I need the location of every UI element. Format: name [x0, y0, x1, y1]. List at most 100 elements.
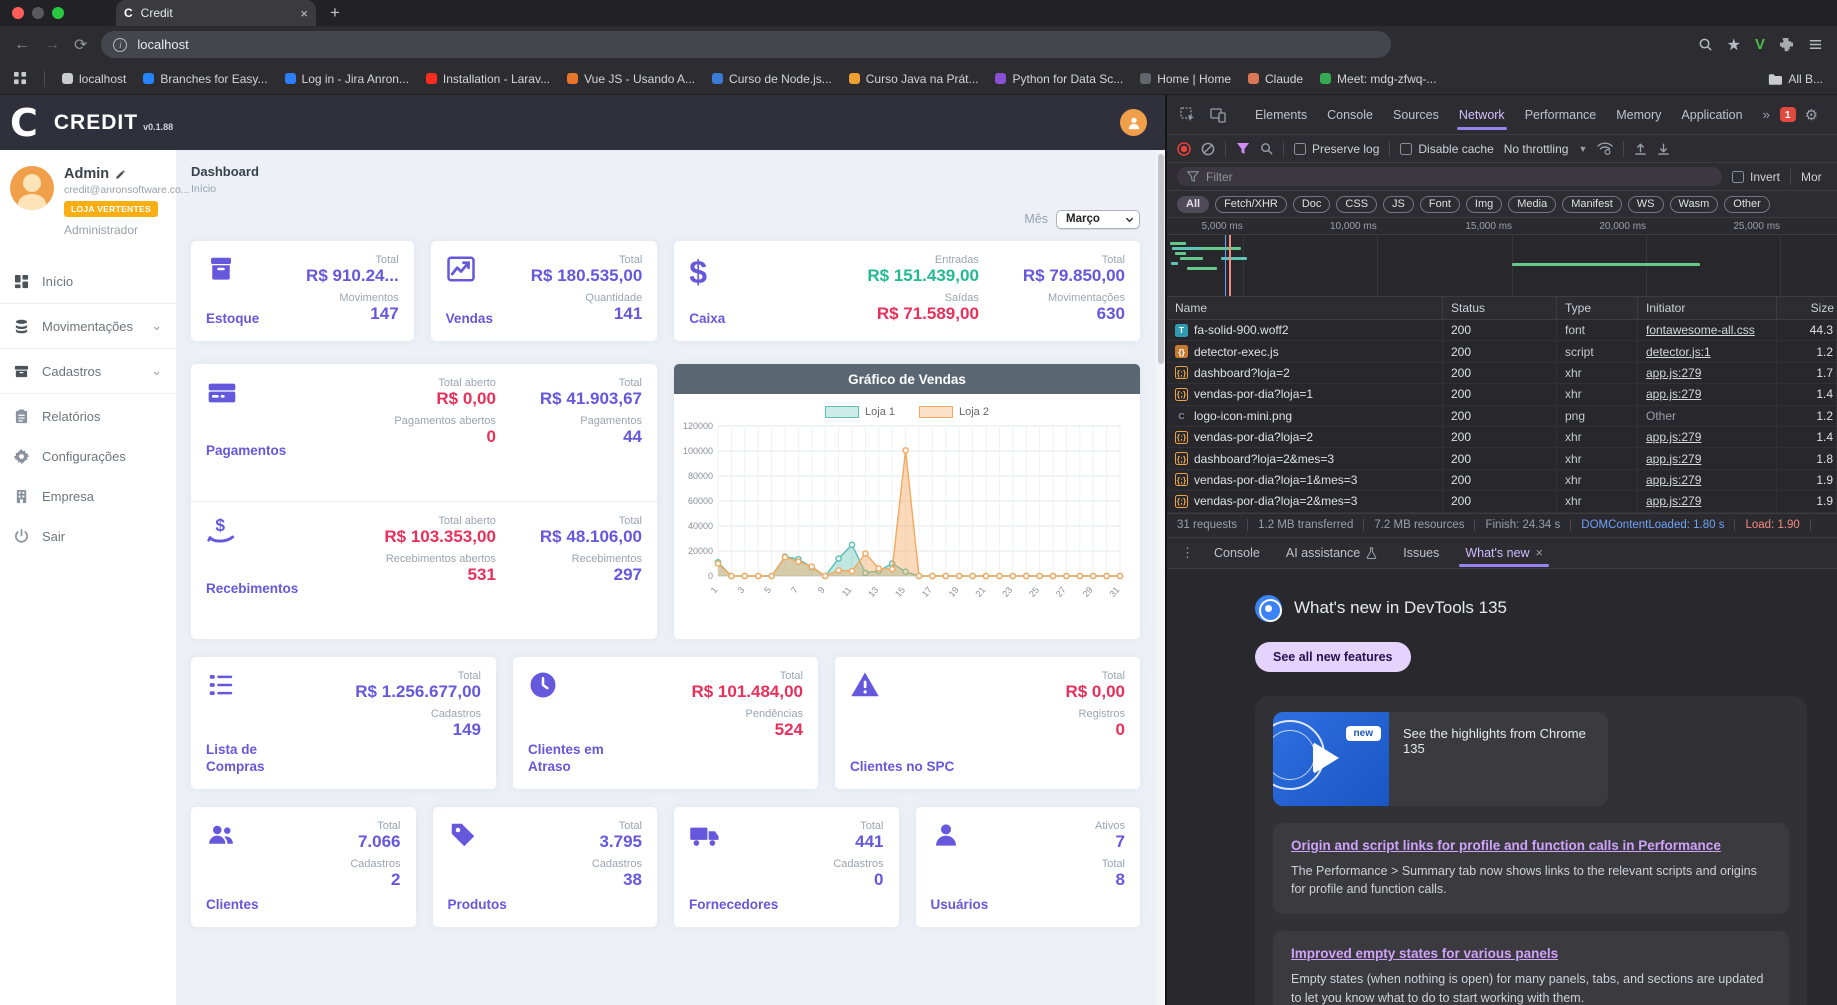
card-clientes-atraso[interactable]: Clientes em Atraso Total R$ 101.484,00 Pe… [513, 657, 818, 789]
sidebar-item-sair[interactable]: Sair [0, 516, 176, 556]
search-icon[interactable] [1698, 37, 1713, 52]
browser-tab[interactable]: C Credit × [116, 0, 316, 26]
search-network-icon[interactable] [1260, 142, 1273, 155]
bookmark-item[interactable]: Log in - Jira Anron... [284, 72, 409, 86]
see-all-features-button[interactable]: See all new features [1255, 641, 1411, 672]
header-avatar[interactable] [1120, 109, 1147, 136]
column-header-initiator[interactable]: Initiator [1638, 297, 1777, 319]
devtools-tab-sources[interactable]: Sources [1383, 97, 1449, 133]
card-produtos[interactable]: Produtos Total 3.795 Cadastros 38 [432, 807, 657, 927]
initiator-link[interactable]: app.js:279 [1646, 366, 1701, 380]
filter-chip[interactable]: All [1177, 195, 1210, 213]
bookmark-item[interactable]: Curso Java na Prát... [848, 72, 978, 86]
legend-item[interactable]: Loja 1 [825, 406, 895, 418]
bookmark-item[interactable]: Branches for Easy... [143, 72, 268, 86]
filter-chip[interactable]: Other [1724, 195, 1770, 213]
legend-item[interactable]: Loja 2 [919, 406, 989, 418]
devtools-tab-memory[interactable]: Memory [1606, 97, 1671, 133]
card-caixa[interactable]: $ Caixa Entradas R$ 151.439,00 Saídas R$ 7… [674, 241, 1140, 341]
bookmark-item[interactable]: Home | Home [1140, 72, 1231, 86]
bookmark-item[interactable]: Claude [1248, 72, 1303, 86]
drawer-menu-icon[interactable]: ⋮ [1175, 545, 1200, 561]
all-bookmarks-button[interactable]: All B... [1768, 72, 1823, 86]
edit-pencil-icon[interactable] [115, 169, 126, 180]
window-minimize-button[interactable] [32, 7, 44, 19]
issues-count-badge[interactable]: 1 [1779, 107, 1796, 122]
inspect-element-icon[interactable] [1175, 106, 1201, 123]
window-zoom-button[interactable] [52, 7, 64, 19]
device-toolbar-icon[interactable] [1205, 107, 1231, 123]
bookmark-item[interactable]: Curso de Node.js... [712, 72, 832, 86]
filter-chip[interactable]: Fetch/XHR [1215, 195, 1287, 213]
card-recebimentos[interactable]: $ Recebimentos Total aberto R$ 103.353,00… [191, 502, 657, 639]
initiator-link[interactable]: fontawesome-all.css [1646, 323, 1755, 337]
card-lista-compras[interactable]: Lista de Compras Total R$ 1.256.677,00 Ca… [191, 657, 496, 789]
card-usuarios[interactable]: Usuários Ativos 7 Total 8 [915, 807, 1140, 927]
page-scrollbar[interactable] [1156, 150, 1165, 1005]
initiator-link[interactable]: detector.js:1 [1646, 345, 1711, 359]
filter-chip[interactable]: Media [1508, 195, 1557, 213]
drawer-tab-issues[interactable]: Issues [1391, 538, 1451, 568]
v-extension-icon[interactable]: V [1755, 36, 1765, 53]
filter-chip[interactable]: Font [1419, 195, 1460, 213]
sidebar-item-inicio[interactable]: Início [0, 261, 176, 301]
filter-funnel-icon[interactable] [1236, 142, 1250, 155]
bookmark-item[interactable]: Python for Data Sc... [995, 72, 1123, 86]
network-overview-waterfall[interactable] [1167, 235, 1837, 297]
devtools-tab-network[interactable]: Network [1449, 97, 1515, 133]
filter-chip[interactable]: CSS [1336, 195, 1378, 213]
highlight-video-row[interactable]: new See the highlights from Chrome 135 [1273, 711, 1608, 806]
initiator-link[interactable]: app.js:279 [1646, 452, 1701, 466]
site-info-icon[interactable]: i [113, 37, 128, 52]
reload-icon[interactable]: ⟳ [74, 35, 87, 55]
network-request-row[interactable]: {;} vendas-por-dia?loja=1&mes=3 200 xhr app.… [1167, 469, 1837, 492]
feature-link[interactable]: Origin and script links for profile and … [1291, 838, 1771, 853]
card-clientes[interactable]: Clientes Total 7.066 Cadastros 2 [191, 807, 416, 927]
card-fornecedores[interactable]: Fornecedores Total 441 Cadastros 0 [674, 807, 899, 927]
disable-cache-checkbox[interactable]: Disable cache [1400, 142, 1494, 156]
drawer-tab-ai-assistance[interactable]: AI assistance [1274, 538, 1389, 568]
more-filters-label[interactable]: Mor [1801, 170, 1827, 184]
network-request-row[interactable]: {;} vendas-por-dia?loja=2 200 xhr app.js:279… [1167, 426, 1837, 449]
devtools-tab-performance[interactable]: Performance [1515, 97, 1607, 133]
filter-chip[interactable]: Manifest [1562, 195, 1622, 213]
filter-chip[interactable]: Doc [1292, 195, 1331, 213]
network-request-row[interactable]: {} detector-exec.js 200 script detector.js:1… [1167, 341, 1837, 363]
clear-network-log-icon[interactable] [1201, 142, 1215, 156]
column-header-status[interactable]: Status [1443, 297, 1557, 319]
initiator-link[interactable]: app.js:279 [1646, 473, 1701, 487]
record-network-log-icon[interactable] [1177, 141, 1191, 156]
sidebar-item-cadastros[interactable]: Cadastros ⌄ [0, 351, 176, 391]
bookmark-item[interactable]: Vue JS - Usando A... [567, 72, 695, 86]
initiator-link[interactable]: app.js:279 [1646, 387, 1701, 401]
browser-menu-icon[interactable] [1808, 37, 1823, 52]
filter-chip[interactable]: Wasm [1669, 195, 1719, 213]
filter-chip[interactable]: WS [1627, 195, 1664, 213]
network-conditions-icon[interactable] [1597, 142, 1614, 155]
network-request-row[interactable]: {;} dashboard?loja=2&mes=3 200 xhr app.js:27… [1167, 448, 1837, 470]
card-pagamentos[interactable]: Pagamentos Total aberto R$ 0,00 Pagamento… [191, 364, 657, 502]
column-header-name[interactable]: Name [1167, 297, 1443, 319]
sidebar-item-configuracoes[interactable]: Configurações [0, 436, 176, 476]
column-header-size[interactable]: Size [1777, 297, 1837, 319]
sidebar-item-movimentacoes[interactable]: Movimentações ⌄ [0, 306, 176, 346]
filter-chip[interactable]: Img [1465, 195, 1503, 213]
back-icon[interactable]: ← [14, 36, 30, 54]
devtools-tab-console[interactable]: Console [1317, 97, 1383, 133]
import-har-icon[interactable] [1634, 142, 1647, 156]
network-request-row[interactable]: Clogo-icon-mini.png 200 png Other 1.2 [1167, 405, 1837, 427]
invert-filter-checkbox[interactable]: Invert [1731, 170, 1780, 184]
extensions-puzzle-icon[interactable] [1779, 37, 1794, 52]
drawer-tab-what-s-new[interactable]: What's new × [1453, 538, 1555, 568]
window-close-button[interactable] [12, 7, 24, 19]
card-estoque[interactable]: Estoque Total R$ 910.24... Movimentos 147 [191, 241, 414, 341]
network-request-row[interactable]: {;} dashboard?loja=2 200 xhr app.js:279 1.7 [1167, 362, 1837, 385]
drawer-tab-console[interactable]: Console [1202, 538, 1272, 568]
network-request-row[interactable]: {;} vendas-por-dia?loja=2&mes=3 200 xhr app.… [1167, 491, 1837, 513]
bookmark-item[interactable]: localhost [62, 72, 126, 86]
bookmark-star-icon[interactable]: ★ [1727, 35, 1741, 55]
forward-icon[interactable]: → [44, 36, 60, 54]
network-request-row[interactable]: {;} vendas-por-dia?loja=1 200 xhr app.js:279… [1167, 384, 1837, 406]
network-request-row[interactable]: Tfa-solid-900.woff2 200 font fontawesome-al… [1167, 320, 1837, 342]
url-input[interactable]: i localhost [101, 31, 1392, 58]
